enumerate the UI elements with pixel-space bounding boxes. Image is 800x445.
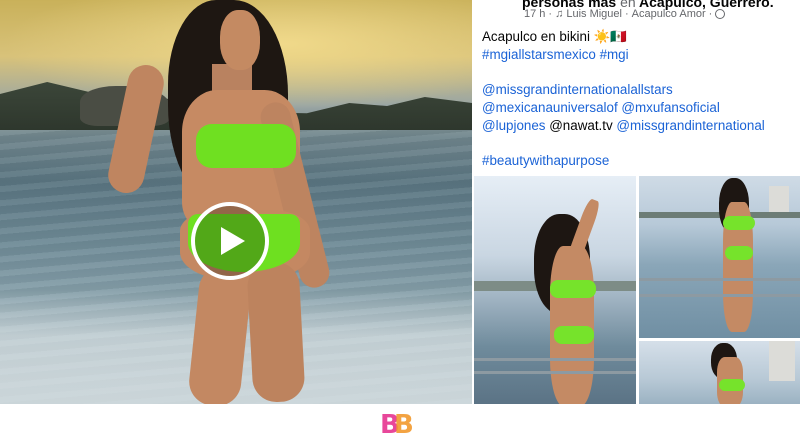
bikini-top <box>196 124 296 168</box>
post-panel: personas más en Acapulco, Guerrero. 17 h… <box>472 0 800 404</box>
globe-icon <box>715 9 726 19</box>
caption-hashtags-1[interactable]: #mgiallstarsmexico #mgi <box>482 46 800 64</box>
post-caption: Acapulco en bikini ☀️🇲🇽 #mgiallstarsmexi… <box>482 28 800 170</box>
post-time[interactable]: 17 h <box>524 8 545 20</box>
mention-link[interactable]: @lupjones <box>482 118 545 133</box>
caption-hashtags-2[interactable]: #beautywithapurpose <box>482 152 800 170</box>
post-photo-3[interactable] <box>639 341 800 404</box>
mention-link[interactable]: @missgrandinternationalallstars <box>482 81 800 99</box>
post-header: personas más en Acapulco, Guerrero. 17 h… <box>472 0 800 24</box>
music-note-icon: ♫ <box>555 8 564 20</box>
play-button[interactable] <box>191 202 269 280</box>
footer: B B <box>0 404 800 445</box>
mention-line: @lupjones @nawat.tv @missgrandinternatio… <box>482 117 800 135</box>
post-location[interactable]: Acapulco Amor <box>632 8 706 20</box>
post-meta: 17 h · ♫ Luis Miguel · Acapulco Amor · <box>524 8 726 20</box>
mention-plain: @nawat.tv <box>549 118 613 133</box>
post-photo-1[interactable] <box>474 176 636 404</box>
caption-title: Acapulco en bikini ☀️🇲🇽 <box>482 29 628 44</box>
mention-link[interactable]: @missgrandinternational <box>616 118 764 133</box>
bb-logo[interactable]: B B <box>380 410 420 440</box>
post-author[interactable]: Luis Miguel <box>566 8 622 20</box>
play-icon <box>221 227 245 255</box>
post-photo-2[interactable] <box>639 176 800 338</box>
video-player[interactable] <box>0 0 472 404</box>
mention-link[interactable]: @mexicanauniversalof @mxufansoficial <box>482 99 800 117</box>
